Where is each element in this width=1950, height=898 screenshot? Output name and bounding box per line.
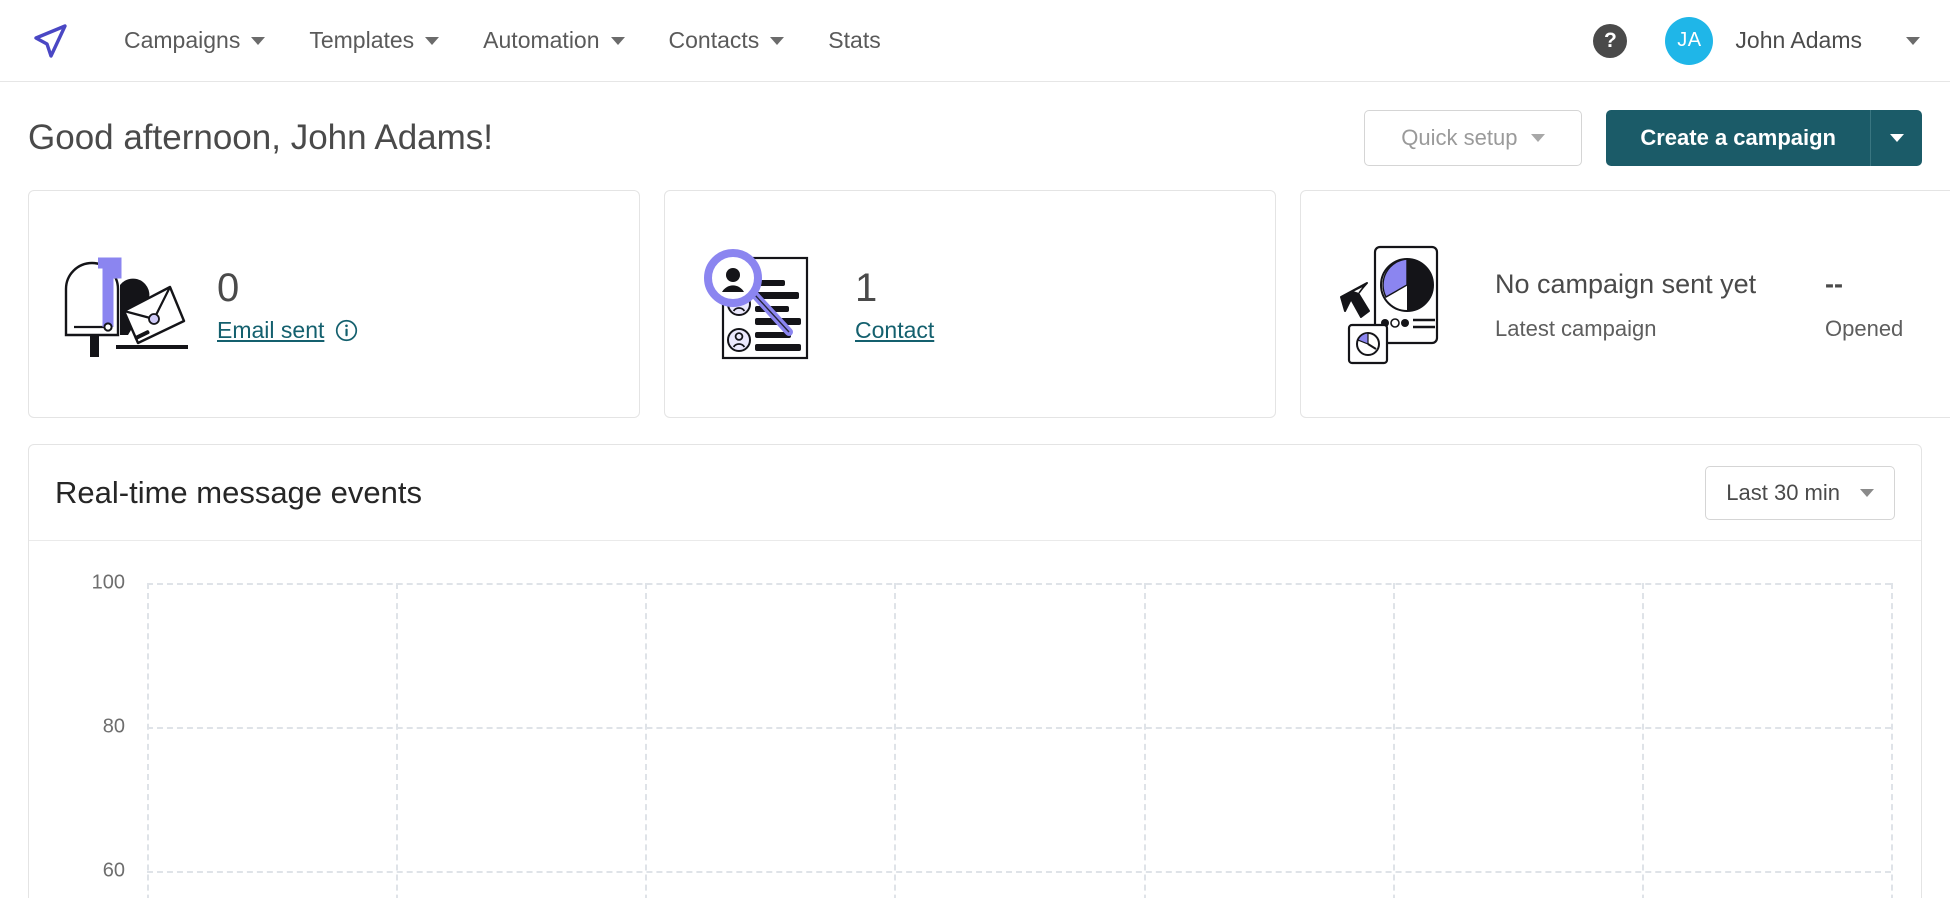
nav-item-templates[interactable]: Templates: [287, 17, 461, 64]
help-icon[interactable]: ?: [1593, 23, 1628, 58]
latest-campaign-stats: No campaign sent yet Latest campaign -- …: [1495, 266, 1950, 342]
nav-item-label: Automation: [483, 27, 600, 53]
quick-setup-label: Quick setup: [1401, 125, 1518, 150]
metric-opened-label: Opened: [1825, 316, 1904, 342]
metric-opened: -- Opened: [1825, 266, 1950, 342]
chart-gridline-horizontal: [147, 871, 1891, 873]
nav-item-automation[interactable]: Automation: [461, 17, 646, 64]
nav-item-contacts[interactable]: Contacts: [647, 17, 807, 64]
contacts-label: Contact: [855, 316, 935, 343]
chevron-down-icon: [770, 36, 785, 45]
time-range-select[interactable]: Last 30 min: [1705, 465, 1895, 520]
nav-item-label: Contacts: [668, 27, 760, 53]
chart-gridline-vertical: [1891, 583, 1893, 898]
send-paper-plane-icon: [34, 23, 67, 58]
chevron-down-icon: [1860, 488, 1874, 497]
chevron-down-icon: [425, 36, 440, 45]
header-actions: Quick setup Create a campaign: [1364, 110, 1922, 166]
latest-campaign-headline: No campaign sent yet: [1495, 268, 1757, 299]
time-range-value: Last 30 min: [1726, 479, 1840, 505]
card-contacts-body: 1 Contact: [855, 265, 934, 344]
chart-y-axis-tick: 100: [91, 571, 125, 594]
avatar-initials: JA: [1677, 29, 1702, 51]
stat-cards-row: 0 Email sent 1 Contact No campaign sent …: [0, 190, 1950, 418]
email-sent-value: 0: [217, 265, 240, 310]
nav-item-label: Templates: [309, 27, 415, 53]
info-circle-icon[interactable]: [335, 319, 358, 342]
email-sent-label: Email sent: [217, 316, 325, 343]
chevron-down-icon: [251, 36, 266, 45]
chart-gridline-vertical: [1641, 583, 1644, 898]
chart-gridline-vertical: [147, 583, 149, 898]
card-email-sent-body: 0 Email sent: [217, 265, 358, 344]
chart-gridline-vertical: [396, 583, 399, 898]
help-icon-glyph: ?: [1603, 28, 1617, 52]
user-name[interactable]: John Adams: [1735, 27, 1862, 54]
quick-setup-button[interactable]: Quick setup: [1364, 110, 1583, 166]
top-navigation-right: ? JA John Adams: [1593, 16, 1920, 65]
panel-title: Real-time message events: [55, 474, 422, 510]
chart-gridline-horizontal: [147, 727, 1891, 729]
nav-item-label: Campaigns: [124, 27, 241, 53]
metric-opened-value: --: [1825, 268, 1843, 299]
brand-logo[interactable]: [28, 19, 72, 63]
chevron-down-icon: [610, 36, 625, 45]
chart-gridline-vertical: [645, 583, 648, 898]
card-latest-campaign: No campaign sent yet Latest campaign -- …: [1300, 190, 1950, 418]
card-email-sent: 0 Email sent: [28, 190, 640, 418]
campaign-analytics-icon: [1301, 231, 1495, 377]
primary-nav-items: Campaigns Templates Automation Contacts …: [102, 17, 903, 64]
card-contacts: 1 Contact: [664, 190, 1276, 418]
chart-y-axis-tick: 60: [102, 859, 125, 882]
chart-gridline-vertical: [894, 583, 897, 898]
contacts-value: 1: [855, 265, 878, 310]
latest-campaign-caption: Latest campaign: [1495, 316, 1657, 342]
chevron-down-icon: [1531, 134, 1546, 142]
chevron-down-icon: [1889, 134, 1904, 142]
contacts-link[interactable]: Contact: [855, 317, 934, 344]
contact-search-icon: [665, 229, 855, 379]
realtime-events-header: Real-time message events Last 30 min: [29, 445, 1921, 541]
chart-plot-area: 100 80 60: [92, 572, 1893, 898]
chevron-down-icon: [1906, 36, 1920, 45]
create-campaign-group: Create a campaign: [1606, 110, 1922, 166]
latest-campaign-summary: No campaign sent yet Latest campaign: [1495, 266, 1825, 342]
avatar[interactable]: JA: [1665, 16, 1714, 65]
nav-item-stats[interactable]: Stats: [806, 17, 902, 64]
chart-gridline-vertical: [1143, 583, 1146, 898]
create-campaign-dropdown-button[interactable]: [1870, 110, 1922, 166]
create-campaign-button[interactable]: Create a campaign: [1606, 110, 1870, 166]
chart-gridline-horizontal: [147, 583, 1891, 585]
chart-y-axis-tick: 80: [102, 715, 125, 738]
nav-item-campaigns[interactable]: Campaigns: [102, 17, 287, 64]
realtime-events-chart: 100 80 60: [29, 541, 1921, 898]
page-title: Good afternoon, John Adams!: [28, 118, 494, 157]
user-menu-button[interactable]: [1906, 32, 1920, 50]
mailbox-icon: [29, 234, 217, 374]
realtime-events-panel: Real-time message events Last 30 min 100…: [28, 444, 1922, 898]
chart-gridline-vertical: [1392, 583, 1395, 898]
email-sent-link[interactable]: Email sent: [217, 317, 358, 344]
top-navigation-bar: Campaigns Templates Automation Contacts …: [0, 0, 1950, 82]
nav-item-label: Stats: [828, 27, 881, 53]
page-header-row: Good afternoon, John Adams! Quick setup …: [0, 90, 1950, 186]
